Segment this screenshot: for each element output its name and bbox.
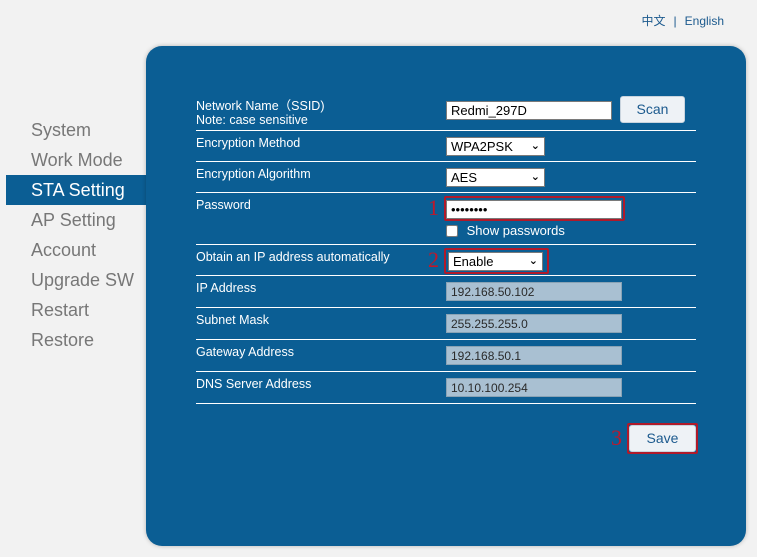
ssid-controls [446, 101, 612, 120]
scan-button[interactable]: Scan [620, 96, 685, 123]
gateway-row: Gateway Address [196, 340, 696, 372]
step-3-marker: 3 [611, 425, 622, 450]
ssid-label: Network Name（SSID) [196, 99, 325, 113]
sidebar-item-ap-setting[interactable]: AP Setting [6, 205, 146, 235]
sidebar-item-work-mode[interactable]: Work Mode [6, 145, 146, 175]
ip-address-row: IP Address [196, 276, 696, 308]
subnet-mask-row: Subnet Mask [196, 308, 696, 340]
encryption-method-control: WPA2PSK ⌄ [446, 137, 545, 156]
password-label: Password [196, 198, 251, 212]
ip-address-control [446, 282, 622, 301]
sidebar-item-system[interactable]: System [6, 115, 146, 145]
ssid-input[interactable] [446, 101, 612, 120]
language-switcher: 中文 | English [642, 12, 725, 29]
password-row: Password Show passwords 1 [196, 193, 696, 245]
dhcp-row: Obtain an IP address automatically Enabl… [196, 245, 696, 276]
encryption-method-label: Encryption Method [196, 136, 301, 150]
dhcp-label: Obtain an IP address automatically [196, 250, 390, 264]
gateway-label: Gateway Address [196, 345, 294, 359]
show-passwords-group: Show passwords [446, 223, 565, 238]
dns-control [446, 378, 622, 397]
step-1-highlight [444, 196, 625, 221]
sidebar-item-sta-setting[interactable]: STA Setting [6, 175, 146, 205]
sta-settings-form: Network Name（SSID) Note: case sensitive … [196, 96, 698, 464]
encryption-method-select[interactable]: WPA2PSK ⌄ [446, 137, 545, 156]
sta-settings-panel: Network Name（SSID) Note: case sensitive … [146, 46, 746, 546]
sidebar-item-upgrade-sw[interactable]: Upgrade SW [6, 265, 146, 295]
lang-chinese-link[interactable]: 中文 [642, 14, 666, 28]
page: 中文 | English System Work Mode STA Setting … [0, 0, 757, 557]
subnet-mask-label: Subnet Mask [196, 313, 269, 327]
ip-address-input [446, 282, 622, 301]
dns-input [446, 378, 622, 397]
show-passwords-checkbox[interactable] [446, 225, 458, 237]
ip-address-label: IP Address [196, 281, 257, 295]
step-2-highlight [444, 248, 549, 274]
ssid-row: Network Name（SSID) Note: case sensitive … [196, 96, 696, 131]
subnet-mask-control [446, 314, 622, 333]
gateway-input [446, 346, 622, 365]
encryption-algorithm-select[interactable]: AES ⌄ [446, 168, 545, 187]
lang-separator: | [673, 14, 677, 28]
chevron-down-icon: ⌄ [530, 171, 540, 183]
dns-label: DNS Server Address [196, 377, 312, 391]
sidebar-item-restart[interactable]: Restart [6, 295, 146, 325]
sidebar-nav: System Work Mode STA Setting AP Setting … [6, 115, 146, 355]
step-1-marker: 1 [428, 195, 439, 220]
save-area: Save 3 [196, 404, 698, 464]
sidebar-item-restore[interactable]: Restore [6, 325, 146, 355]
encryption-algorithm-row: Encryption Algorithm AES ⌄ [196, 162, 696, 193]
step-2-marker: 2 [428, 247, 439, 272]
encryption-algorithm-control: AES ⌄ [446, 168, 545, 187]
encryption-method-value: WPA2PSK [451, 139, 513, 154]
ssid-note: Note: case sensitive [196, 113, 308, 127]
sidebar-item-account[interactable]: Account [6, 235, 146, 265]
show-passwords-label: Show passwords [466, 223, 565, 238]
encryption-algorithm-label: Encryption Algorithm [196, 167, 311, 181]
subnet-mask-input [446, 314, 622, 333]
lang-english-link[interactable]: English [685, 14, 724, 28]
ssid-label-group: Network Name（SSID) Note: case sensitive [196, 99, 325, 127]
step-3-highlight [627, 423, 698, 454]
encryption-method-row: Encryption Method WPA2PSK ⌄ [196, 131, 696, 162]
encryption-algorithm-value: AES [451, 170, 478, 185]
gateway-control [446, 346, 622, 365]
chevron-down-icon: ⌄ [530, 140, 540, 152]
dns-row: DNS Server Address [196, 372, 696, 404]
